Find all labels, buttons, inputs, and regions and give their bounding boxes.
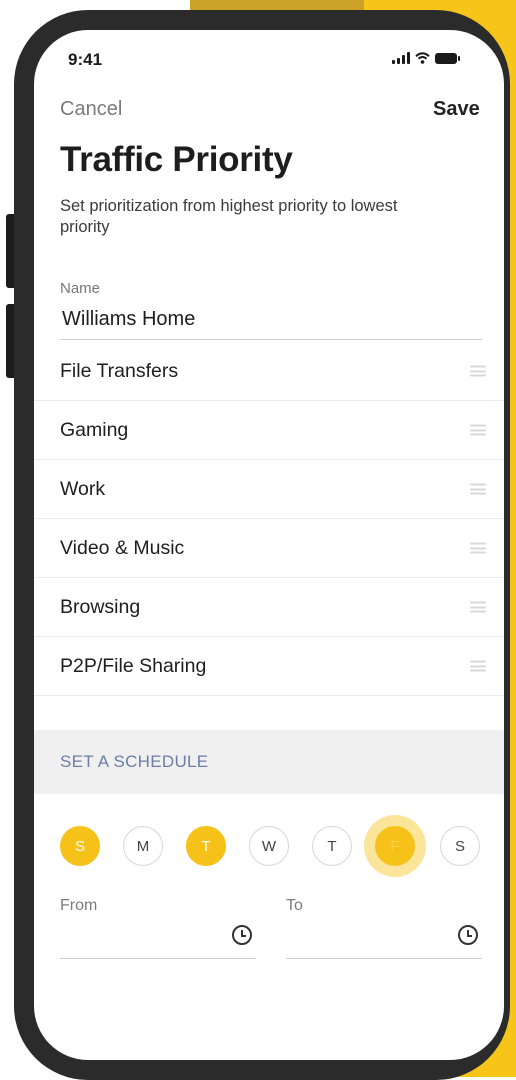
day-toggle-saturday[interactable]: S <box>440 826 480 866</box>
name-field-label: Name <box>60 280 101 297</box>
schedule-section-label: SET A SCHEDULE <box>60 752 209 771</box>
name-field-underline <box>60 339 482 340</box>
clock-icon[interactable] <box>458 925 478 945</box>
list-item-gaming[interactable]: Gaming <box>34 401 504 460</box>
list-item-label: P2P/File Sharing <box>60 654 207 677</box>
drag-handle-icon[interactable] <box>470 424 486 436</box>
list-item-label: Browsing <box>60 595 141 618</box>
day-toggle-tuesday[interactable]: T <box>186 826 226 866</box>
to-time-field[interactable] <box>286 920 482 958</box>
drag-handle-icon[interactable] <box>470 601 486 613</box>
day-toggle-friday[interactable]: F <box>375 826 415 866</box>
day-toggle-thursday[interactable]: T <box>312 826 352 866</box>
priority-list: File Transfers Gaming Work Video & Music… <box>34 342 504 696</box>
list-item-p2p-file-sharing[interactable]: P2P/File Sharing <box>34 637 504 696</box>
day-picker: S M T W T F S <box>60 826 484 866</box>
drag-handle-icon[interactable] <box>470 660 486 672</box>
battery-icon <box>435 52 460 64</box>
list-item-label: Gaming <box>60 418 129 441</box>
drag-handle-icon[interactable] <box>470 483 486 495</box>
status-icons <box>392 52 460 64</box>
save-button[interactable]: Save <box>433 98 480 121</box>
list-item-label: Video & Music <box>60 536 185 559</box>
list-item-label: Work <box>60 477 106 500</box>
cancel-button[interactable]: Cancel <box>60 98 122 121</box>
list-item-work[interactable]: Work <box>34 460 504 519</box>
from-field-underline <box>60 958 256 959</box>
page-title: Traffic Priority <box>60 140 293 179</box>
from-label: From <box>60 897 98 914</box>
signal-icon <box>392 52 410 64</box>
name-field[interactable]: Williams Home <box>62 308 195 331</box>
schedule-section-header: SET A SCHEDULE <box>34 730 504 794</box>
list-item-browsing[interactable]: Browsing <box>34 578 504 637</box>
day-toggle-sunday[interactable]: S <box>60 826 100 866</box>
status-time: 9:41 <box>68 50 103 69</box>
wifi-icon <box>415 52 430 64</box>
from-time-field[interactable] <box>60 920 256 958</box>
to-field-underline <box>286 958 482 959</box>
day-toggle-monday[interactable]: M <box>123 826 163 866</box>
clock-icon[interactable] <box>232 925 252 945</box>
phone-screen: 9:41 Cancel Save Traffic Priority Set pr… <box>34 30 504 1060</box>
list-item-file-transfers[interactable]: File Transfers <box>34 342 504 401</box>
day-toggle-wednesday[interactable]: W <box>249 826 289 866</box>
drag-handle-icon[interactable] <box>470 542 486 554</box>
list-item-video-music[interactable]: Video & Music <box>34 519 504 578</box>
drag-handle-icon[interactable] <box>470 365 486 377</box>
list-item-label: File Transfers <box>60 359 179 382</box>
page-subtitle: Set prioritization from highest priority… <box>60 197 398 236</box>
to-label: To <box>286 897 303 914</box>
